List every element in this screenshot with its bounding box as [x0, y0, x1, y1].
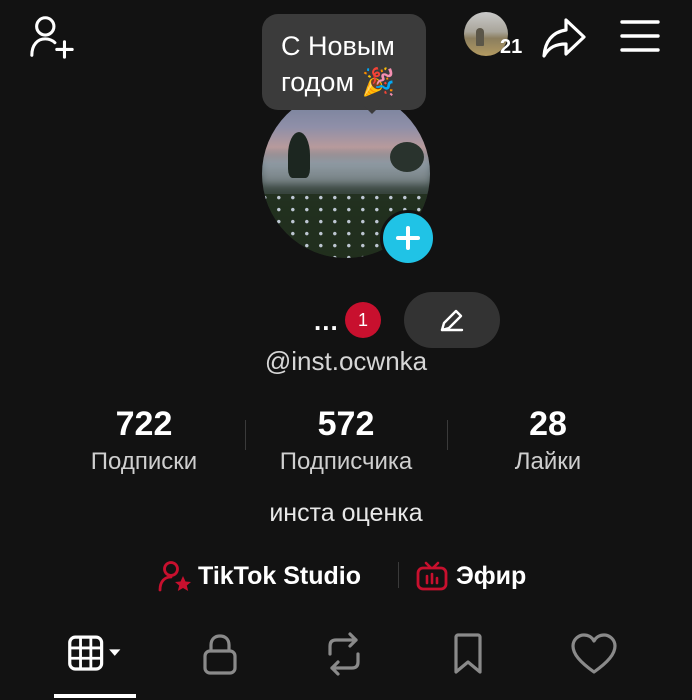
heart-icon — [571, 633, 617, 674]
bookmark-icon — [454, 633, 482, 674]
tooltip-line-1: С Новым — [281, 31, 395, 61]
profile-visitors-button[interactable]: 21 — [464, 12, 530, 60]
pencil-icon — [440, 309, 464, 332]
stat-following[interactable]: 722 Подписки — [42, 404, 246, 477]
live-label: Эфир — [456, 561, 527, 590]
content-tabs — [0, 610, 692, 700]
edit-profile-button[interactable] — [404, 292, 500, 348]
add-friend-button[interactable] — [28, 12, 76, 60]
stat-likes-label: Лайки — [514, 448, 582, 475]
chevron-down-icon — [109, 649, 121, 656]
profile-name: ... — [314, 306, 339, 336]
live-link[interactable]: Эфир — [416, 556, 526, 596]
stat-following-label: Подписки — [90, 448, 198, 475]
repost-icon — [328, 632, 360, 676]
tooltip-line-2: годом 🎉 — [281, 67, 396, 97]
notification-badge[interactable]: 1 — [345, 302, 381, 338]
stat-followers-label: Подписчика — [279, 448, 413, 475]
stat-following-value: 722 — [115, 405, 173, 443]
tab-favorites[interactable] — [438, 624, 498, 684]
tab-reposts[interactable] — [314, 624, 374, 684]
plus-icon — [396, 226, 420, 250]
tooltip-tail — [364, 106, 380, 114]
tiktok-studio-label: TikTok Studio — [198, 561, 361, 590]
grid-icon — [68, 635, 121, 671]
person-plus-icon — [30, 16, 74, 59]
share-button[interactable] — [540, 14, 588, 62]
share-arrow-icon — [542, 18, 586, 58]
visitors-count: 21 — [500, 36, 523, 58]
tab-videos[interactable] — [66, 624, 126, 684]
add-story-button[interactable] — [380, 210, 436, 266]
lock-icon — [203, 634, 237, 675]
stat-followers-value: 572 — [317, 405, 375, 443]
tab-liked[interactable] — [564, 624, 624, 684]
link-divider — [398, 562, 399, 588]
tab-private[interactable] — [190, 624, 250, 684]
hamburger-menu-icon — [620, 20, 660, 52]
stat-followers[interactable]: 572 Подписчика — [244, 404, 448, 477]
profile-bio: инста оценка — [269, 499, 423, 527]
new-year-tooltip: С Новым годом 🎉 — [262, 14, 426, 110]
active-tab-indicator — [54, 694, 136, 698]
stat-likes-value: 28 — [529, 405, 567, 443]
studio-person-star-icon — [158, 561, 191, 592]
live-tv-icon — [416, 561, 448, 591]
username-handle: @inst.ocwnka — [264, 346, 428, 376]
stat-likes[interactable]: 28 Лайки — [446, 404, 650, 477]
menu-button[interactable] — [616, 12, 664, 60]
tiktok-studio-link[interactable]: TikTok Studio — [158, 556, 361, 596]
